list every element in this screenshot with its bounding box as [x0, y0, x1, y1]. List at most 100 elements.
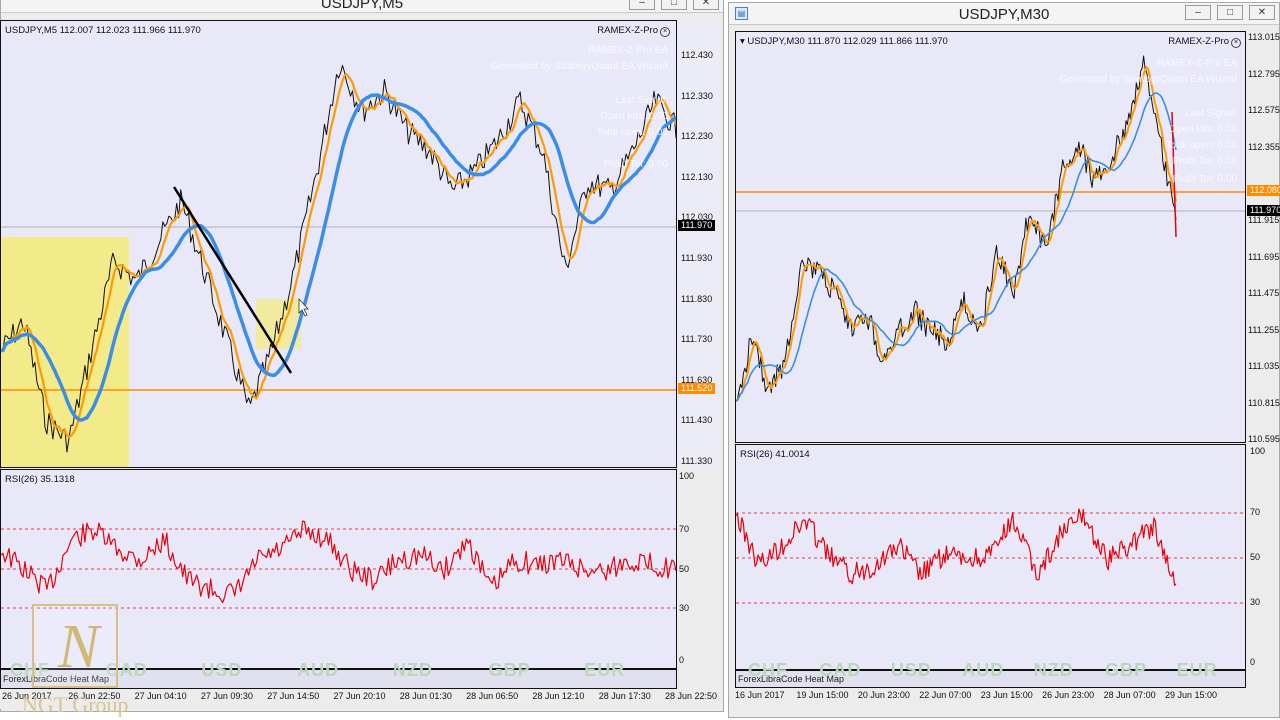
window-title: USDJPY,M5	[320, 0, 404, 12]
price-chart-pane[interactable]: ▾ USDJPY,M30 111.870 112.029 111.866 111…	[735, 31, 1246, 443]
time-tick-label: 27 Jun 04:10	[134, 691, 187, 701]
current-price-tag: 111.970	[1247, 205, 1280, 216]
ea-info-line: Open lots: 0.00	[1169, 124, 1237, 135]
symbol-ohlc-label: ▾ USDJPY,M30 111.870 112.029 111.866 111…	[740, 36, 948, 47]
price-tick-label: 111.255	[1248, 324, 1280, 335]
ea-info-line: Generated by StrategyQuant EA Wizard	[1059, 74, 1237, 85]
heat-map-currency: GBP	[1105, 660, 1148, 680]
ea-info-line: Last Signal:	[1184, 108, 1237, 119]
rsi-axis: 100 70 50 30 0	[1246, 444, 1280, 670]
heat-map-currency: CHF	[748, 660, 788, 680]
rsi-line	[1, 520, 676, 604]
window-titlebar[interactable]: USDJPY,M5 – □ ✕	[1, 0, 723, 13]
fast-moving-average	[736, 66, 1177, 403]
rsi-tick-label: 50	[679, 564, 690, 574]
close-icon[interactable]: ×	[660, 27, 670, 37]
ea-info-line: Open lots: 0.00	[600, 111, 668, 122]
heat-map-currency: EUR	[584, 660, 626, 680]
rsi-label: RSI(26) 35.1318	[5, 474, 75, 485]
time-tick-label: 22 Jun 07:00	[919, 690, 972, 700]
price-tick-label: 111.695	[1248, 251, 1280, 262]
time-tick-label: 19 Jun 15:00	[796, 690, 849, 700]
heat-map-currency: USD	[201, 660, 243, 680]
price-tick-label: 111.915	[1248, 215, 1280, 225]
price-tick-label: 111.830	[681, 293, 713, 304]
minimize-button[interactable]: –	[629, 0, 655, 10]
ea-info-line: Total open: 0.00	[1165, 140, 1237, 151]
maximize-button[interactable]: □	[1217, 5, 1243, 20]
maximize-button[interactable]: □	[661, 0, 687, 10]
time-tick-label: 28 Jun 17:30	[598, 691, 651, 701]
ea-info-line: Profit Tot: 0.00	[1172, 156, 1237, 167]
rsi-tick-label: 70	[679, 524, 690, 534]
ea-info-line: Total open: 0.00	[596, 127, 668, 138]
price-tick-label: 112.130	[681, 171, 713, 182]
time-tick-label: 27 Jun 20:10	[333, 691, 386, 701]
price-line	[736, 55, 1177, 402]
rsi-tick-label: 0	[679, 655, 685, 665]
rsi-tick-label: 50	[1250, 552, 1261, 562]
price-chart-canvas	[1, 64, 676, 467]
rsi-axis: 100 70 50 30 0	[677, 469, 721, 669]
price-chart-canvas	[736, 55, 1245, 403]
rsi-tick-label: 70	[1250, 507, 1261, 517]
ea-info-line: Last Signal:	[615, 95, 668, 106]
ea-info-line: Profit Tot: 0.00	[1172, 174, 1237, 185]
slow-moving-average	[736, 92, 1177, 402]
expert-advisor-label[interactable]: RAMEX-Z-Pro ×	[1168, 36, 1241, 48]
ngt-group-watermark-text: NGT Group	[22, 692, 129, 717]
minimize-button[interactable]: –	[1185, 5, 1211, 20]
expert-advisor-label[interactable]: RAMEX-Z-Pro ×	[597, 25, 670, 37]
level-price-tag: 111.520	[678, 383, 716, 394]
time-tick-label: 20 Jun 23:00	[857, 690, 910, 700]
price-tick-label: 112.795	[1248, 68, 1280, 79]
heat-map-currency: CAD	[819, 660, 862, 680]
time-tick-label: 28 Jun 12:10	[532, 691, 585, 701]
time-tick-label: 16 Jun 2017	[735, 690, 785, 700]
time-axis[interactable]: 16 Jun 2017 19 Jun 15:00 20 Jun 23:00 22 Ju…	[735, 688, 1280, 706]
price-tick-label: 112.430	[681, 50, 713, 60]
rsi-tick-label: 100	[1250, 446, 1266, 456]
heat-map-currency: NZD	[392, 660, 433, 680]
rsi-tick-label: 100	[679, 471, 695, 481]
price-tick-label: 111.035	[1248, 361, 1280, 371]
current-price-tag: 111.970	[678, 220, 716, 231]
heat-map-currency: USD	[890, 660, 932, 680]
price-tick-label: 112.575	[1248, 105, 1280, 116]
price-tick-label: 111.330	[681, 456, 713, 466]
heat-map-currency: NZD	[1033, 660, 1074, 680]
heat-map-currency: AUD	[962, 660, 1005, 680]
time-tick-label: 28 Jun 06:50	[466, 691, 519, 701]
rsi-canvas	[736, 508, 1245, 604]
close-icon[interactable]: ×	[1231, 38, 1241, 48]
price-tick-label: 110.815	[1248, 397, 1280, 408]
ea-info-line: Profit Tot: 0.00	[603, 159, 668, 170]
time-tick-label: 23 Jun 15:00	[980, 690, 1033, 700]
price-tick-label: 111.930	[681, 253, 713, 263]
rsi-tick-label: 0	[1250, 657, 1256, 667]
time-tick-label: 28 Jun 22:50	[665, 691, 718, 701]
time-tick-label: 28 Jun 07:00	[1103, 690, 1156, 700]
rsi-tick-label: 30	[679, 603, 690, 613]
price-tick-label: 111.475	[1248, 288, 1280, 298]
rsi-line	[736, 508, 1177, 586]
heat-map-currency: GBP	[488, 660, 531, 680]
close-button[interactable]: ✕	[693, 0, 719, 10]
time-tick-label: 26 Jun 23:00	[1042, 690, 1095, 700]
trendline	[172, 186, 293, 374]
time-tick-label: 27 Jun 14:50	[267, 691, 320, 701]
ngt-group-logo-letter: N	[58, 613, 100, 681]
rsi-indicator-pane[interactable]: RSI(26) 41.0014	[735, 444, 1246, 670]
price-tick-label: 113.015	[1248, 32, 1280, 42]
price-tick-label: 112.355	[1248, 142, 1280, 152]
window-titlebar[interactable]: ▤ USDJPY,M30 – □ ✕	[729, 3, 1279, 25]
close-button[interactable]: ✕	[1249, 5, 1275, 20]
level-price-tag: 112.080	[1247, 185, 1280, 196]
price-axis[interactable]: 113.015 112.795 112.575 112.355 111.915 111.6…	[1246, 31, 1280, 444]
ea-info-line: RAMEX-Z-Pro EA	[587, 45, 668, 56]
time-tick-label: 27 Jun 09:30	[200, 691, 253, 701]
price-chart-pane[interactable]: USDJPY,M5 112.007 112.023 111.966 111.97…	[0, 20, 677, 468]
ea-info-line: Generated by StrategyQuant EA Wizard	[490, 61, 668, 72]
time-tick-label: 28 Jun 01:30	[399, 691, 452, 701]
price-axis[interactable]: 112.430 112.330 112.230 112.130 112.030 111.9…	[677, 20, 721, 468]
